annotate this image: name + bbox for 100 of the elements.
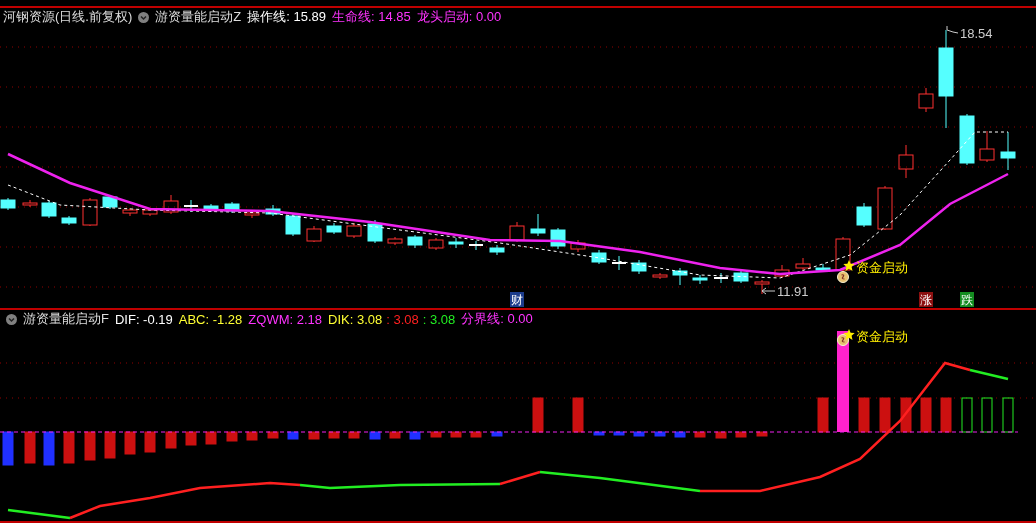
candlestick bbox=[795, 257, 811, 271]
signal-label: 资金启动 bbox=[856, 329, 908, 344]
dropdown-icon[interactable] bbox=[6, 313, 17, 325]
indicator-value: 生命线: 14.85 bbox=[332, 8, 411, 26]
histogram-bar bbox=[981, 397, 993, 433]
histogram-bar bbox=[185, 431, 197, 446]
histogram-bar bbox=[900, 397, 912, 433]
marker-tag: 涨 bbox=[919, 292, 933, 307]
indicator-value: : 3.08 bbox=[386, 311, 419, 327]
histogram-bar bbox=[572, 397, 584, 433]
indicator-name: 游资量能启动F bbox=[23, 310, 109, 328]
histogram-bar bbox=[205, 431, 217, 445]
candlestick bbox=[102, 194, 118, 210]
indicator-name: 游资量能启动Z bbox=[155, 8, 242, 26]
star-icon bbox=[843, 260, 855, 271]
candlestick bbox=[306, 225, 322, 243]
histogram-bar bbox=[144, 431, 156, 453]
histogram-bar bbox=[735, 431, 747, 438]
histogram-bar bbox=[308, 431, 320, 440]
histogram-bar bbox=[226, 431, 238, 442]
candlestick bbox=[754, 279, 770, 295]
indicator-value: ZQWM: 2.18 bbox=[248, 311, 323, 327]
histogram-bar bbox=[817, 397, 829, 433]
histogram-bar bbox=[389, 431, 401, 439]
money-bag-icon bbox=[837, 334, 849, 346]
candlestick bbox=[713, 272, 729, 284]
candlestick bbox=[918, 87, 934, 113]
histogram-bar bbox=[104, 431, 116, 459]
candlestick bbox=[835, 236, 851, 273]
marker-tag: 财 bbox=[510, 292, 524, 307]
histogram-bar bbox=[450, 431, 462, 438]
money-bag-icon bbox=[837, 271, 849, 283]
candlestick bbox=[530, 213, 546, 237]
histogram-bar bbox=[491, 431, 503, 437]
indicator-value: ABC: -1.28 bbox=[178, 311, 243, 327]
histogram-bar bbox=[246, 431, 258, 441]
histogram-bar bbox=[470, 431, 482, 438]
histogram-bar bbox=[694, 431, 706, 438]
candlestick bbox=[774, 264, 790, 279]
histogram-bar bbox=[756, 431, 768, 437]
histogram-bar bbox=[84, 431, 96, 461]
high-price-label: 18.54 bbox=[960, 26, 993, 41]
histogram-bar bbox=[1002, 397, 1014, 433]
histogram-bar bbox=[409, 431, 421, 440]
candlestick bbox=[877, 185, 893, 231]
candlestick bbox=[407, 234, 423, 249]
star-icon bbox=[843, 329, 855, 340]
histogram-bar bbox=[858, 397, 870, 433]
histogram-bar bbox=[124, 431, 136, 455]
candlestick bbox=[448, 237, 464, 249]
histogram-bar bbox=[63, 431, 75, 464]
candlestick bbox=[224, 201, 240, 214]
candlestick bbox=[0, 197, 16, 211]
arrow-icon bbox=[761, 287, 776, 295]
candlestick bbox=[82, 197, 98, 227]
candlestick bbox=[898, 144, 914, 179]
histogram-bar bbox=[654, 431, 666, 437]
leader-line bbox=[946, 26, 959, 34]
histogram-bar bbox=[287, 431, 299, 440]
histogram-bar bbox=[961, 397, 973, 433]
histogram-bar bbox=[369, 431, 381, 440]
signal-label: 资金启动 bbox=[856, 260, 908, 275]
dropdown-icon[interactable] bbox=[138, 11, 150, 23]
low-price-label: 11.91 bbox=[777, 284, 809, 299]
stock-name: 河钢资源(日线.前复权) bbox=[3, 8, 133, 26]
candlestick bbox=[856, 202, 872, 228]
candlestick bbox=[122, 207, 138, 217]
histogram-bar bbox=[593, 431, 605, 436]
histogram-bar bbox=[940, 397, 952, 433]
candlestick bbox=[265, 204, 281, 217]
candlestick bbox=[489, 244, 505, 256]
candlestick bbox=[285, 212, 301, 237]
histogram-bar bbox=[165, 431, 177, 449]
candlestick bbox=[244, 209, 260, 219]
indicator-value: DIF: -0.19 bbox=[114, 311, 173, 327]
histogram-bar bbox=[2, 431, 14, 466]
candlestick bbox=[672, 267, 688, 286]
candlestick bbox=[326, 222, 342, 235]
histogram-bar bbox=[267, 431, 279, 439]
candlestick bbox=[815, 263, 831, 273]
histogram-bar bbox=[328, 431, 340, 439]
histogram-bar bbox=[24, 431, 36, 464]
candlestick bbox=[959, 113, 975, 166]
indicator-value: DIK: 3.08 bbox=[328, 311, 383, 327]
candlestick bbox=[979, 130, 995, 163]
candlestick bbox=[1000, 131, 1016, 171]
candlestick bbox=[163, 194, 179, 215]
candlestick bbox=[41, 200, 57, 219]
histogram-bar bbox=[715, 431, 727, 439]
indicator-value: 龙头启动: 0.00 bbox=[416, 8, 502, 26]
histogram-bar bbox=[920, 397, 932, 433]
candlestick bbox=[22, 199, 38, 208]
candlestick bbox=[591, 249, 607, 265]
marker-tag: 跌 bbox=[960, 292, 974, 307]
candlestick bbox=[570, 239, 586, 253]
indicator-value: 分界线: 0.00 bbox=[461, 310, 533, 328]
candlestick bbox=[346, 222, 362, 239]
candlestick bbox=[428, 237, 444, 251]
histogram-bar bbox=[879, 397, 891, 433]
histogram-bar bbox=[613, 431, 625, 436]
